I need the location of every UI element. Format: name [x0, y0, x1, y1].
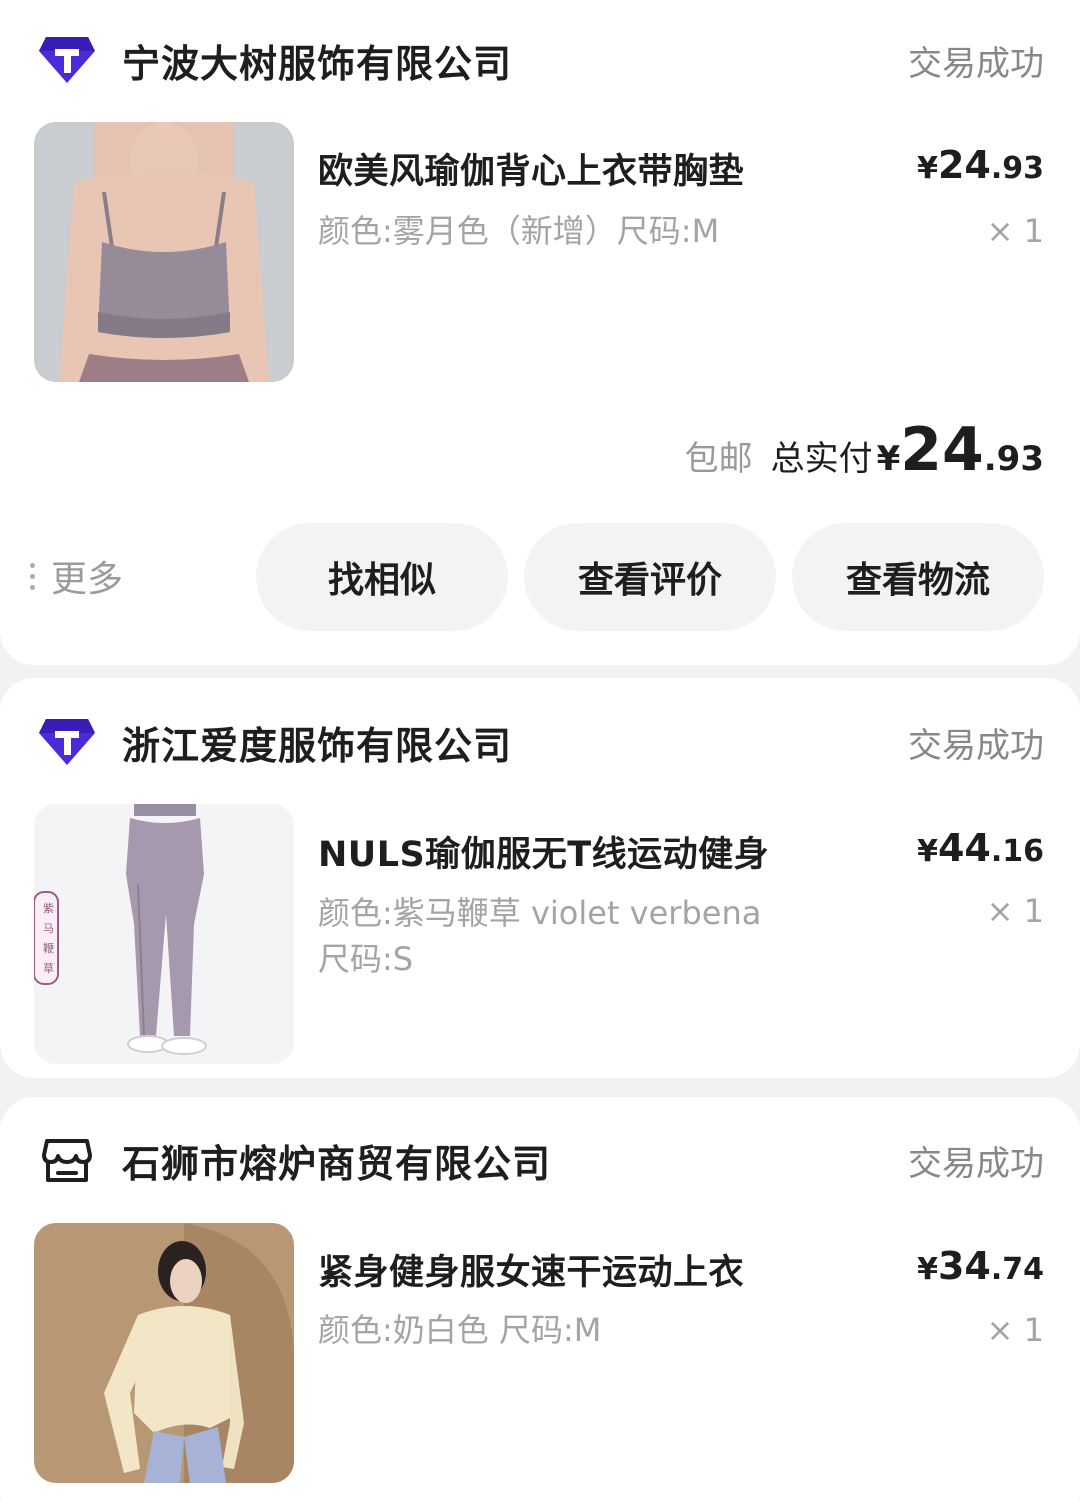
find-similar-button[interactable]: 找相似: [256, 523, 508, 631]
tmall-diamond-icon: [38, 716, 96, 768]
product-title[interactable]: 紧身健身服女速干运动上衣: [318, 1244, 744, 1295]
product-price: ¥44.16: [917, 826, 1044, 870]
product-price: ¥24.93: [917, 143, 1044, 187]
price-decimal: .16: [990, 834, 1044, 869]
store-icon: [38, 1134, 96, 1186]
image-tag-char: 鞭: [43, 941, 54, 955]
price-decimal: .74: [990, 1252, 1044, 1287]
more-label: 更多: [51, 559, 124, 600]
spec-text: 颜色:雾月色（新增）尺码:M: [318, 212, 720, 250]
order-card[interactable]: 石狮市熔炉商贸有限公司 交易成功 紧身健身服女速干运动上衣 颜色:奶白色 尺码:…: [0, 1097, 1080, 1501]
shop-header[interactable]: 浙江爱度服饰有限公司 交易成功: [0, 702, 1080, 782]
more-button[interactable]: 更多: [30, 550, 123, 602]
total-integer: 24: [900, 415, 984, 485]
shop-header[interactable]: 宁波大树服饰有限公司 交易成功: [0, 20, 1080, 100]
shop-header[interactable]: 石狮市熔炉商贸有限公司 交易成功: [0, 1120, 1080, 1200]
tmall-diamond-icon: [38, 34, 96, 86]
shop-name[interactable]: 石狮市熔炉商贸有限公司: [122, 1133, 551, 1188]
product-price: ¥34.74: [917, 1244, 1044, 1288]
free-shipping-label: 包邮: [684, 439, 753, 479]
product-spec: 颜色:紫马鞭草 violet verbena 尺码:S: [318, 890, 878, 982]
image-tag-char: 草: [43, 962, 54, 975]
more-dots-icon: [30, 562, 35, 590]
product-quantity: × 1: [986, 892, 1044, 930]
order-card[interactable]: 浙江爱度服饰有限公司 交易成功 紫 马 鞭 草 NULS瑜伽服无T线运动健身 颜…: [0, 678, 1080, 1078]
view-logistics-button[interactable]: 查看物流: [792, 523, 1044, 631]
image-tag-char: 紫: [43, 902, 54, 915]
shop-name[interactable]: 浙江爱度服饰有限公司: [122, 715, 512, 770]
view-review-button[interactable]: 查看评价: [524, 523, 776, 631]
total-paid-amount: ¥24.93: [877, 415, 1044, 485]
product-quantity: × 1: [986, 212, 1044, 250]
product-image[interactable]: [34, 1223, 294, 1483]
price-integer: 24: [937, 143, 991, 187]
product-image[interactable]: 紫 马 鞭 草: [34, 804, 294, 1064]
price-currency: ¥: [917, 834, 938, 869]
product-image[interactable]: [34, 122, 294, 382]
total-decimal: .93: [983, 439, 1044, 479]
price-decimal: .93: [990, 151, 1044, 186]
order-status: 交易成功: [908, 43, 1044, 84]
product-spec: 颜色:奶白色 尺码:M: [318, 1307, 878, 1353]
spec-text: 颜色:奶白色 尺码:M: [318, 1311, 602, 1349]
total-currency: ¥: [876, 439, 901, 479]
order-card[interactable]: 宁波大树服饰有限公司 交易成功 欧美风瑜伽背心上衣带胸垫 颜色:雾月色（新增）尺…: [0, 0, 1080, 665]
price-currency: ¥: [917, 1252, 938, 1287]
shop-name[interactable]: 宁波大树服饰有限公司: [122, 33, 512, 88]
product-title[interactable]: 欧美风瑜伽背心上衣带胸垫: [318, 143, 744, 194]
price-integer: 44: [937, 826, 991, 870]
spec-text: 颜色:紫马鞭草 violet verbena: [318, 894, 762, 932]
order-total: 包邮 总实付 ¥24.93: [685, 415, 1044, 485]
price-integer: 34: [937, 1244, 991, 1288]
product-quantity: × 1: [986, 1311, 1044, 1349]
product-spec: 颜色:雾月色（新增）尺码:M: [318, 208, 878, 254]
spec-text: 尺码:S: [318, 940, 414, 978]
order-status: 交易成功: [908, 1143, 1044, 1184]
product-title[interactable]: NULS瑜伽服无T线运动健身: [318, 826, 769, 877]
total-paid-label: 总实付: [770, 439, 873, 479]
image-tag-char: 马: [43, 922, 54, 935]
price-currency: ¥: [917, 151, 938, 186]
order-status: 交易成功: [908, 725, 1044, 766]
